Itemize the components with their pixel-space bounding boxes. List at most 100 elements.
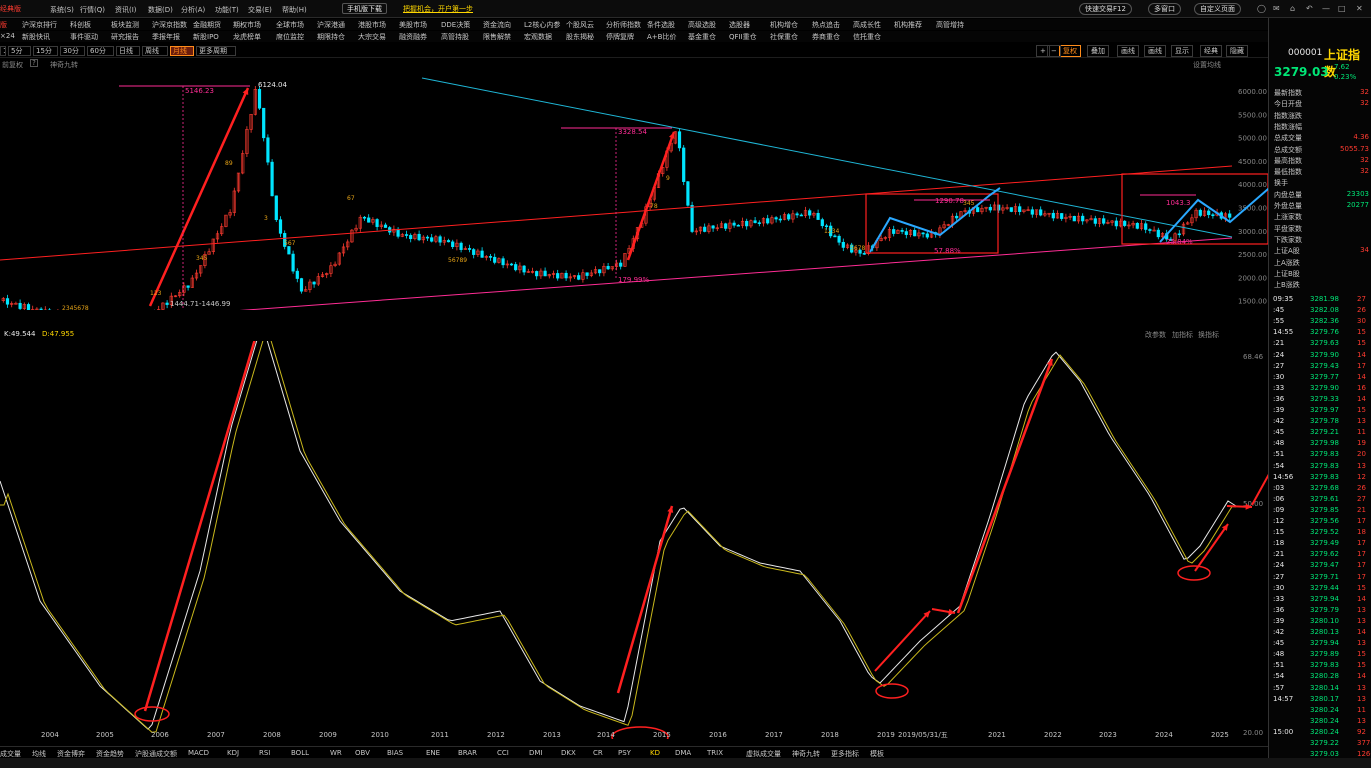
menu-item[interactable]: 行情(Q) xyxy=(80,5,105,15)
indicator-tab[interactable]: OBV xyxy=(355,749,370,757)
custom-page-button[interactable]: 自定义页面 xyxy=(1194,3,1241,15)
period-tab[interactable]: 1分钟 xyxy=(0,46,6,56)
indicator-tab[interactable]: TRIX xyxy=(707,749,723,757)
menu-item[interactable]: 数据(D) xyxy=(148,5,173,15)
price-chart[interactable]: 6000.005500.005000.004500.004000.003500.… xyxy=(0,70,1268,310)
nav-item[interactable]: 高级选股 xyxy=(688,20,716,30)
nav-item[interactable]: 信托重仓 xyxy=(853,32,881,42)
mail-icon[interactable]: ✉ xyxy=(1273,4,1280,13)
menu-item[interactable]: 交易(E) xyxy=(248,5,272,15)
indicator-tab[interactable]: BOLL xyxy=(291,749,309,757)
menu-item[interactable]: 系统(S) xyxy=(50,5,74,15)
nav-item[interactable]: 事件驱动 xyxy=(70,32,98,42)
nav-item[interactable]: 高管持股 xyxy=(441,32,469,42)
chart-tool-button[interactable]: 经典 xyxy=(1200,45,1222,57)
nav-item[interactable]: 席位监控 xyxy=(276,32,304,42)
nav-item[interactable]: 高成长性 xyxy=(853,20,881,30)
nav-item[interactable]: 条件选股 xyxy=(647,20,675,30)
period-tab[interactable]: 60分钟 xyxy=(87,46,114,56)
period-tab[interactable]: 月线 xyxy=(170,46,194,56)
indicator-tab[interactable]: BRAR xyxy=(458,749,477,757)
chart-tool-button[interactable]: 复权 xyxy=(1059,45,1081,57)
nav-item[interactable]: 新股快讯 xyxy=(22,32,50,42)
nav-item[interactable]: 社保重仓 xyxy=(770,32,798,42)
nav-item[interactable]: 热点追击 xyxy=(812,20,840,30)
chart-tool-button[interactable]: 画线 xyxy=(1144,45,1166,57)
nav-item[interactable]: 分析师指数 xyxy=(606,20,641,30)
close-icon[interactable]: ✕ xyxy=(1356,4,1363,13)
multi-window-button[interactable]: 多窗口 xyxy=(1148,3,1181,15)
nav-item[interactable]: 沪深京排行 xyxy=(22,20,57,30)
indicator-tab[interactable]: KDJ xyxy=(227,749,239,757)
period-tab[interactable]: 更多周期 xyxy=(196,46,236,56)
indicator-tab[interactable]: PSY xyxy=(618,749,631,757)
nav-item[interactable]: 基金重仓 xyxy=(688,32,716,42)
indicator-tab[interactable]: DKX xyxy=(561,749,576,757)
nav-item[interactable]: 股东揭秘 xyxy=(566,32,594,42)
chart-tool-button[interactable]: 隐藏 xyxy=(1226,45,1248,57)
nav-item[interactable]: 全球市场 xyxy=(276,20,304,30)
indicator-tab[interactable]: CR xyxy=(593,749,603,757)
nav-item[interactable]: 宏观数据 xyxy=(524,32,552,42)
nav-item[interactable]: QFII重仓 xyxy=(729,32,757,42)
kd-chart[interactable]: 68.4650.0020.002004200520062007200820092… xyxy=(0,341,1268,739)
ma-settings-link[interactable]: 设置均线 xyxy=(1193,60,1221,70)
period-tab[interactable]: 30分钟 xyxy=(60,46,85,56)
nav-item[interactable]: 限售解禁 xyxy=(483,32,511,42)
minimize-icon[interactable]: — xyxy=(1322,4,1330,13)
nav-item[interactable]: 个股风云 xyxy=(566,20,594,30)
nav-item[interactable]: 期限持仓 xyxy=(317,32,345,42)
nav-item[interactable]: A+B比价 xyxy=(647,32,676,42)
period-tab[interactable]: 5分钟 xyxy=(8,46,31,56)
nav-item[interactable]: 期权市场 xyxy=(233,20,261,30)
nav-item[interactable]: 龙虎榜单 xyxy=(233,32,261,42)
chart-tool-button[interactable]: 叠加 xyxy=(1087,45,1109,57)
mobile-download-button[interactable]: 手机版下载 xyxy=(342,3,387,14)
nav-item[interactable]: 研究报告 xyxy=(111,32,139,42)
kd-tool-link[interactable]: 加指标 xyxy=(1172,330,1193,340)
nav-item[interactable]: 沪深港通 xyxy=(317,20,345,30)
indicator-tab[interactable]: RSI xyxy=(259,749,270,757)
maximize-icon[interactable]: □ xyxy=(1338,4,1346,13)
nav-item[interactable]: 大宗交易 xyxy=(358,32,386,42)
back-icon[interactable]: ↶ xyxy=(1306,4,1313,13)
indicator-tab[interactable]: BIAS xyxy=(387,749,403,757)
promo-link[interactable]: 把握机会，开户第一步 xyxy=(403,4,473,14)
nav-item[interactable]: 金融期货 xyxy=(193,20,221,30)
nav-item[interactable]: 高管增持 xyxy=(936,20,964,30)
nav-item[interactable]: 券商重仓 xyxy=(812,32,840,42)
adjust-label[interactable]: 前复权 xyxy=(2,60,23,70)
period-tab[interactable]: 周线 xyxy=(142,46,168,56)
home-icon[interactable]: ⌂ xyxy=(1290,4,1295,13)
nav-item[interactable]: 资金流向 xyxy=(483,20,511,30)
nav-item[interactable]: 停牌复牌 xyxy=(606,32,634,42)
menu-item[interactable]: 功能(T) xyxy=(215,5,239,15)
nav-item[interactable]: DDE决策 xyxy=(441,20,470,30)
menu-item[interactable]: 帮助(H) xyxy=(282,5,307,15)
chart-tool-button[interactable]: 显示 xyxy=(1171,45,1193,57)
nav-item[interactable]: 融资融券 xyxy=(399,32,427,42)
menu-item[interactable]: 资讯(I) xyxy=(115,5,137,15)
indicator-tab[interactable]: MACD xyxy=(188,749,209,757)
nav-item[interactable]: 科创板 xyxy=(70,20,91,30)
menu-item[interactable]: 分析(A) xyxy=(181,5,205,15)
zoom-out-button[interactable]: − xyxy=(1047,45,1061,57)
kd-tool-link[interactable]: 改参数 xyxy=(1145,330,1166,340)
nav-item[interactable]: 新股IPO xyxy=(193,32,219,42)
nav-item[interactable]: 港股市场 xyxy=(358,20,386,30)
nav-item[interactable]: 季报年报 xyxy=(152,32,180,42)
nav-item[interactable]: 选股器 xyxy=(729,20,750,30)
user-icon[interactable]: ◯ xyxy=(1257,4,1266,13)
indicator-tab[interactable]: ENE xyxy=(426,749,440,757)
nav-item[interactable]: 美股市场 xyxy=(399,20,427,30)
indicator-tab[interactable]: CCI xyxy=(497,749,509,757)
period-tab[interactable]: 15分钟 xyxy=(33,46,58,56)
indicator-tab[interactable]: DMA xyxy=(675,749,691,757)
nav-item[interactable]: 沪深京指数 xyxy=(152,20,187,30)
nav-item[interactable]: L2核心内参 xyxy=(524,20,560,30)
quick-trade-button[interactable]: 快速交易F12 xyxy=(1079,3,1132,15)
indicator-tab[interactable]: DMI xyxy=(529,749,543,757)
help-icon[interactable]: ? xyxy=(30,59,38,67)
nav-item[interactable]: 机构增仓 xyxy=(770,20,798,30)
chart-tool-button[interactable]: 画线 xyxy=(1117,45,1139,57)
